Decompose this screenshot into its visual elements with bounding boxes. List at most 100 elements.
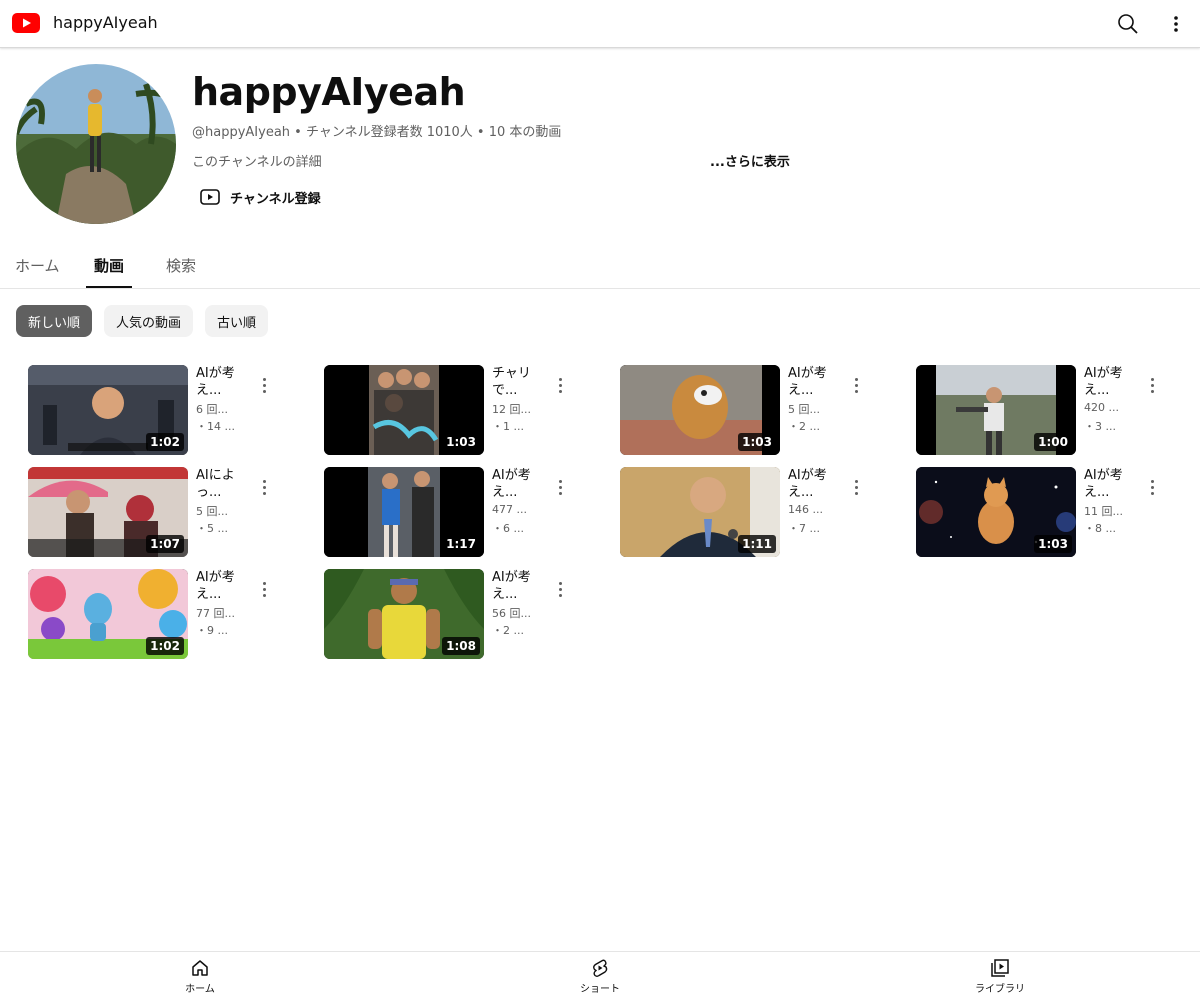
video-card[interactable]: 1:08 AIが考え... 56 回... ・2 ...	[324, 569, 604, 661]
video-menu-icon[interactable]	[256, 375, 272, 395]
tab-home[interactable]: ホーム	[15, 255, 60, 288]
video-thumbnail[interactable]: 1:07	[28, 467, 188, 557]
video-views: 12 回...	[492, 403, 531, 416]
video-title[interactable]: AIによっ...	[196, 467, 248, 501]
video-age: ・2 ...	[788, 420, 820, 433]
video-menu-icon[interactable]	[256, 477, 272, 497]
more-options-icon[interactable]	[1164, 12, 1188, 36]
nav-library[interactable]: ライブラリ	[940, 958, 1060, 995]
video-menu-icon[interactable]	[848, 477, 864, 497]
video-duration: 1:08	[442, 637, 480, 655]
nav-shorts-label: ショート	[580, 984, 620, 995]
video-menu-icon[interactable]	[552, 579, 568, 599]
video-thumbnail[interactable]: 1:03	[620, 365, 780, 455]
video-thumbnail[interactable]: 1:02	[28, 365, 188, 455]
nav-home-label: ホーム	[185, 984, 215, 995]
tab-videos[interactable]: 動画	[86, 255, 133, 288]
video-card[interactable]: 1:03 AIが考え... 5 回... ・2 ...	[620, 365, 900, 457]
video-views: 477 ...	[492, 503, 527, 516]
video-menu-icon[interactable]	[1144, 477, 1160, 497]
show-more-link[interactable]: ...さらに表示	[710, 151, 790, 170]
video-views: 56 回...	[492, 607, 531, 620]
video-card[interactable]: 1:02 AIが考え... 6 回... ・14 ...	[28, 365, 308, 457]
video-age: ・3 ...	[1084, 420, 1116, 433]
shorts-icon	[593, 959, 608, 977]
chip-oldest[interactable]: 古い順	[205, 305, 269, 337]
sort-chips: 新しい順 人気の動画 古い順	[16, 305, 269, 337]
nav-shorts[interactable]: ショート	[540, 958, 660, 995]
video-views: 6 回...	[196, 403, 228, 416]
video-menu-icon[interactable]	[552, 477, 568, 497]
video-views: 146 ...	[788, 503, 823, 516]
video-title[interactable]: AIが考え...	[788, 467, 840, 501]
video-duration: 1:02	[146, 433, 184, 451]
video-menu-icon[interactable]	[1144, 375, 1160, 395]
tab-search[interactable]: 検索	[166, 255, 196, 288]
subscribe-button[interactable]: チャンネル登録	[200, 184, 321, 210]
video-menu-icon[interactable]	[256, 579, 272, 599]
video-duration: 1:03	[1034, 535, 1072, 553]
video-age: ・7 ...	[788, 522, 820, 535]
video-duration: 1:03	[738, 433, 776, 451]
video-card[interactable]: 1:03 AIが考え... 11 回... ・8 ...	[916, 467, 1196, 559]
channel-meta: @happyAIyeah • チャンネル登録者数 1010人 • 10 本の動画	[192, 125, 562, 140]
video-thumbnail[interactable]: 1:03	[324, 365, 484, 455]
nav-home[interactable]: ホーム	[140, 958, 260, 995]
video-title[interactable]: AIが考え...	[492, 569, 544, 603]
video-title[interactable]: AIが考え...	[196, 569, 248, 603]
youtube-logo-icon[interactable]	[12, 13, 40, 33]
video-views: 5 回...	[196, 505, 228, 518]
video-card[interactable]: 1:00 AIが考え... 420 ... ・3 ...	[916, 365, 1196, 457]
video-card[interactable]: 1:17 AIが考え... 477 ... ・6 ...	[324, 467, 604, 559]
video-card[interactable]: 1:11 AIが考え... 146 ... ・7 ...	[620, 467, 900, 559]
video-age: ・1 ...	[492, 420, 524, 433]
video-age: ・14 ...	[196, 420, 235, 433]
nav-library-label: ライブラリ	[975, 984, 1025, 995]
video-title[interactable]: AIが考え...	[1084, 467, 1136, 501]
channel-name: happyAIyeah	[192, 70, 466, 114]
video-title[interactable]: AIが考え...	[1084, 365, 1136, 399]
video-card[interactable]: 1:02 AIが考え... 77 回... ・9 ...	[28, 569, 308, 661]
video-duration: 1:03	[442, 433, 480, 451]
video-thumbnail[interactable]: 1:08	[324, 569, 484, 659]
video-duration: 1:00	[1034, 433, 1072, 451]
video-menu-icon[interactable]	[552, 375, 568, 395]
home-icon	[192, 960, 208, 976]
video-thumbnail[interactable]: 1:03	[916, 467, 1076, 557]
video-menu-icon[interactable]	[848, 375, 864, 395]
video-duration: 1:07	[146, 535, 184, 553]
video-card[interactable]: 1:03 チャリで... 12 回... ・1 ...	[324, 365, 604, 457]
video-age: ・9 ...	[196, 624, 228, 637]
video-duration: 1:17	[442, 535, 480, 553]
subscribe-label: チャンネル登録	[230, 191, 321, 207]
video-age: ・8 ...	[1084, 522, 1116, 535]
video-age: ・5 ...	[196, 522, 228, 535]
video-duration: 1:02	[146, 637, 184, 655]
video-title[interactable]: チャリで...	[492, 365, 544, 399]
bottom-nav: ホーム ショート ライブラリ	[0, 951, 1200, 1000]
top-bar: happyAIyeah	[0, 0, 1200, 48]
channel-avatar	[16, 64, 176, 224]
video-views: 420 ...	[1084, 401, 1119, 414]
chip-newest[interactable]: 新しい順	[16, 305, 93, 337]
chip-popular[interactable]: 人気の動画	[104, 305, 194, 337]
app-title: happyAIyeah	[53, 13, 158, 32]
library-icon	[991, 959, 1009, 977]
channel-tabs: ホーム 動画 検索	[0, 244, 1200, 289]
subscribe-icon	[200, 189, 220, 205]
video-thumbnail[interactable]: 1:11	[620, 467, 780, 557]
channel-description[interactable]: このチャンネルの詳細	[192, 151, 322, 170]
video-thumbnail[interactable]: 1:17	[324, 467, 484, 557]
video-card[interactable]: 1:07 AIによっ... 5 回... ・5 ...	[28, 467, 308, 559]
video-views: 5 回...	[788, 403, 820, 416]
video-title[interactable]: AIが考え...	[492, 467, 544, 501]
video-title[interactable]: AIが考え...	[196, 365, 248, 399]
video-age: ・6 ...	[492, 522, 524, 535]
search-icon[interactable]	[1116, 12, 1140, 36]
video-duration: 1:11	[738, 535, 776, 553]
video-thumbnail[interactable]: 1:02	[28, 569, 188, 659]
video-views: 11 回...	[1084, 505, 1123, 518]
video-title[interactable]: AIが考え...	[788, 365, 840, 399]
video-thumbnail[interactable]: 1:00	[916, 365, 1076, 455]
video-age: ・2 ...	[492, 624, 524, 637]
